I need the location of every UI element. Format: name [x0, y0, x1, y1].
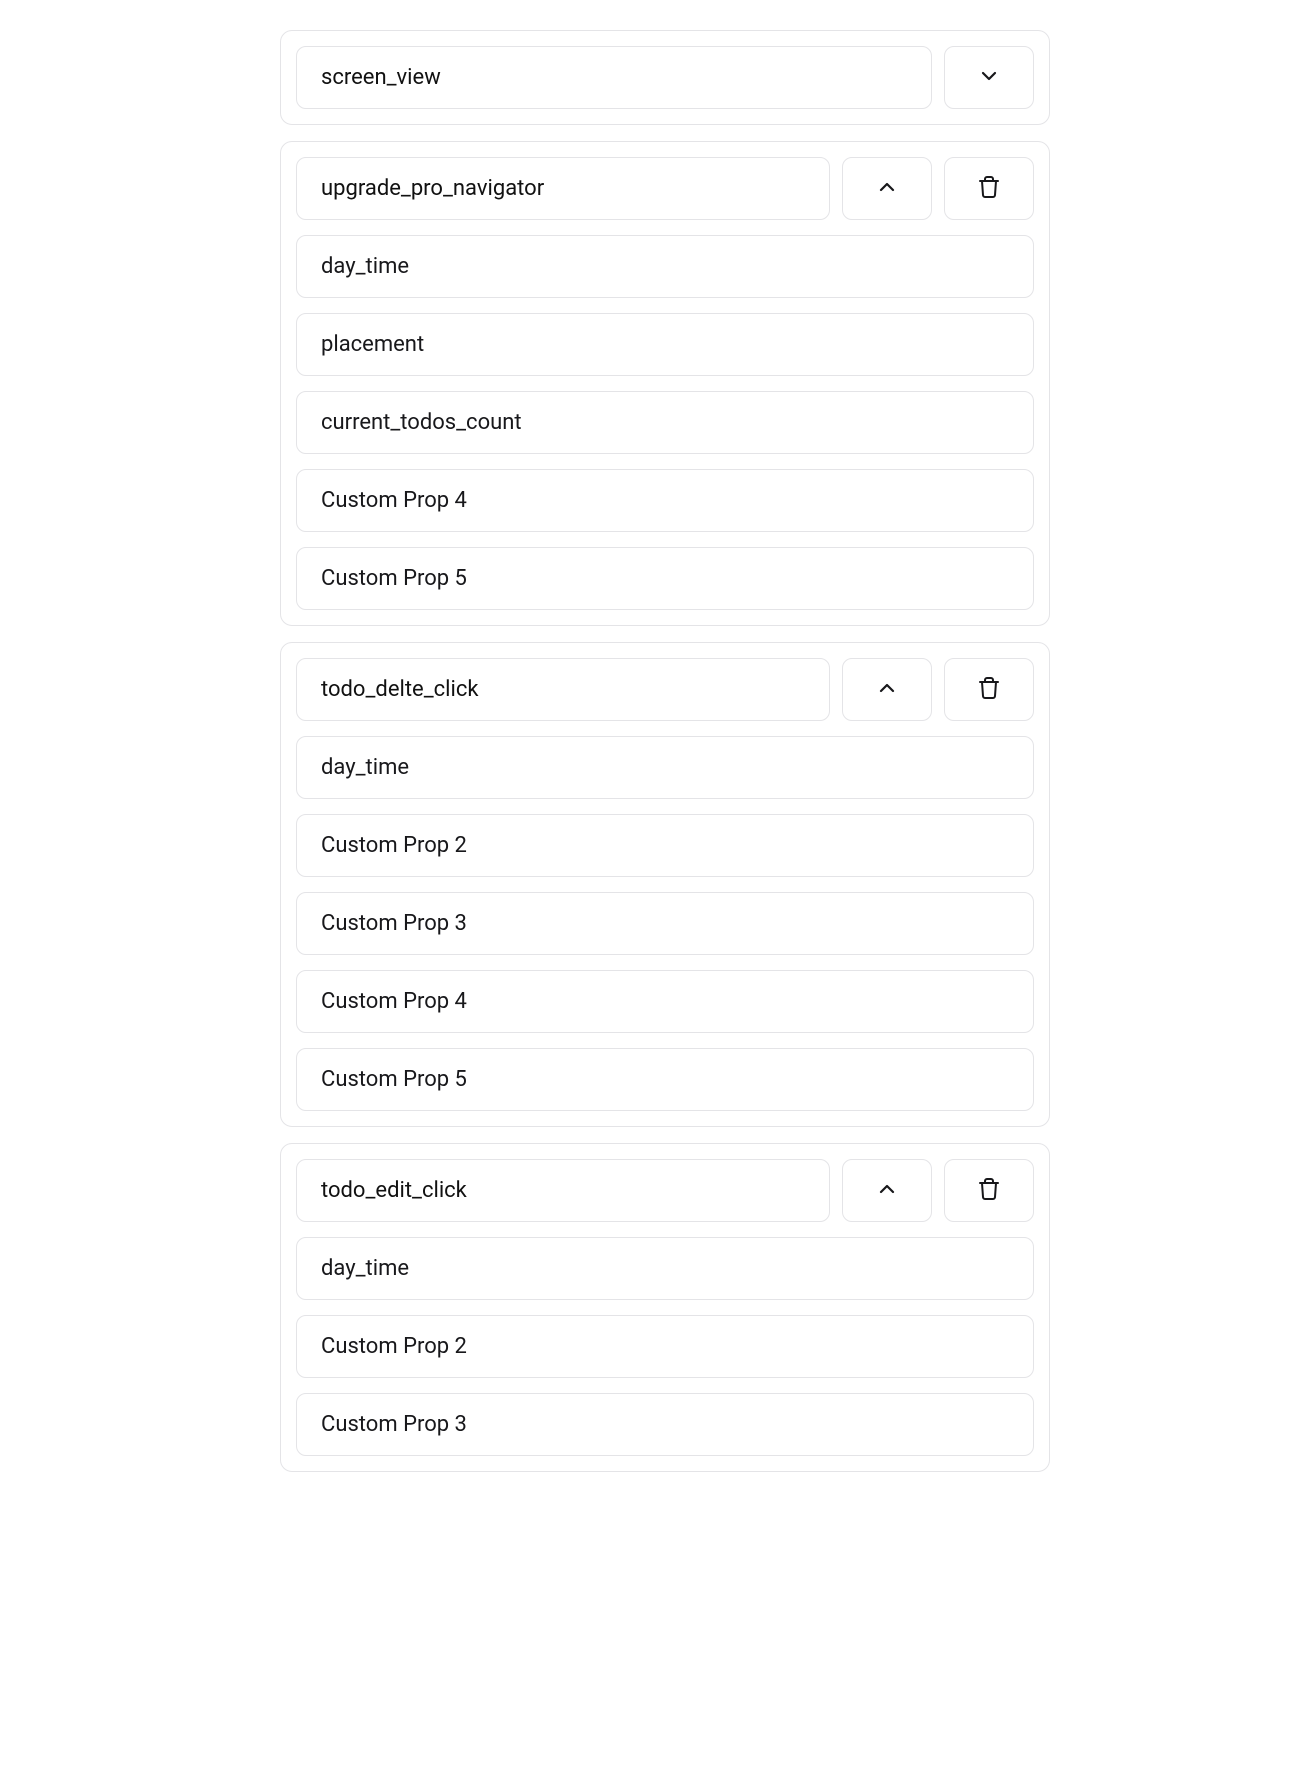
expand-button[interactable] — [944, 46, 1034, 109]
prop-input[interactable]: Custom Prop 5 — [296, 1048, 1034, 1111]
chevron-up-icon — [875, 676, 899, 704]
delete-button[interactable] — [944, 157, 1034, 220]
event-name-input[interactable]: upgrade_pro_navigator — [296, 157, 830, 220]
chevron-up-icon — [875, 175, 899, 203]
prop-input[interactable]: day_time — [296, 736, 1034, 799]
collapse-button[interactable] — [842, 1159, 932, 1222]
collapse-button[interactable] — [842, 658, 932, 721]
props-list: day_time Custom Prop 2 Custom Prop 3 Custom… — [296, 736, 1034, 1111]
prop-input[interactable]: Custom Prop 4 — [296, 469, 1034, 532]
props-list: day_time placement current_todos_count Cust… — [296, 235, 1034, 610]
collapse-button[interactable] — [842, 157, 932, 220]
trash-icon — [977, 1177, 1001, 1205]
chevron-down-icon — [977, 64, 1001, 92]
prop-input[interactable]: Custom Prop 3 — [296, 892, 1034, 955]
events-list: screen_view upgrade_pro_navigator day_time… — [280, 30, 1050, 1472]
prop-input[interactable]: Custom Prop 4 — [296, 970, 1034, 1033]
props-list: day_time Custom Prop 2 Custom Prop 3 — [296, 1237, 1034, 1456]
event-name-input[interactable]: todo_delte_click — [296, 658, 830, 721]
event-header: upgrade_pro_navigator — [296, 157, 1034, 220]
event-group: todo_edit_click day_time Custom Prop 2 Cust… — [280, 1143, 1050, 1472]
prop-input[interactable]: Custom Prop 2 — [296, 1315, 1034, 1378]
prop-input[interactable]: Custom Prop 5 — [296, 547, 1034, 610]
event-group: upgrade_pro_navigator day_time placement cu… — [280, 141, 1050, 626]
chevron-up-icon — [875, 1177, 899, 1205]
prop-input[interactable]: day_time — [296, 235, 1034, 298]
event-header: todo_delte_click — [296, 658, 1034, 721]
trash-icon — [977, 676, 1001, 704]
event-name-input[interactable]: screen_view — [296, 46, 932, 109]
prop-input[interactable]: Custom Prop 2 — [296, 814, 1034, 877]
event-group: screen_view — [280, 30, 1050, 125]
event-name-input[interactable]: todo_edit_click — [296, 1159, 830, 1222]
prop-input[interactable]: placement — [296, 313, 1034, 376]
event-header: todo_edit_click — [296, 1159, 1034, 1222]
prop-input[interactable]: Custom Prop 3 — [296, 1393, 1034, 1456]
trash-icon — [977, 175, 1001, 203]
prop-input[interactable]: day_time — [296, 1237, 1034, 1300]
delete-button[interactable] — [944, 1159, 1034, 1222]
prop-input[interactable]: current_todos_count — [296, 391, 1034, 454]
event-header: screen_view — [296, 46, 1034, 109]
delete-button[interactable] — [944, 658, 1034, 721]
event-group: todo_delte_click day_time Custom Prop 2 Cus… — [280, 642, 1050, 1127]
